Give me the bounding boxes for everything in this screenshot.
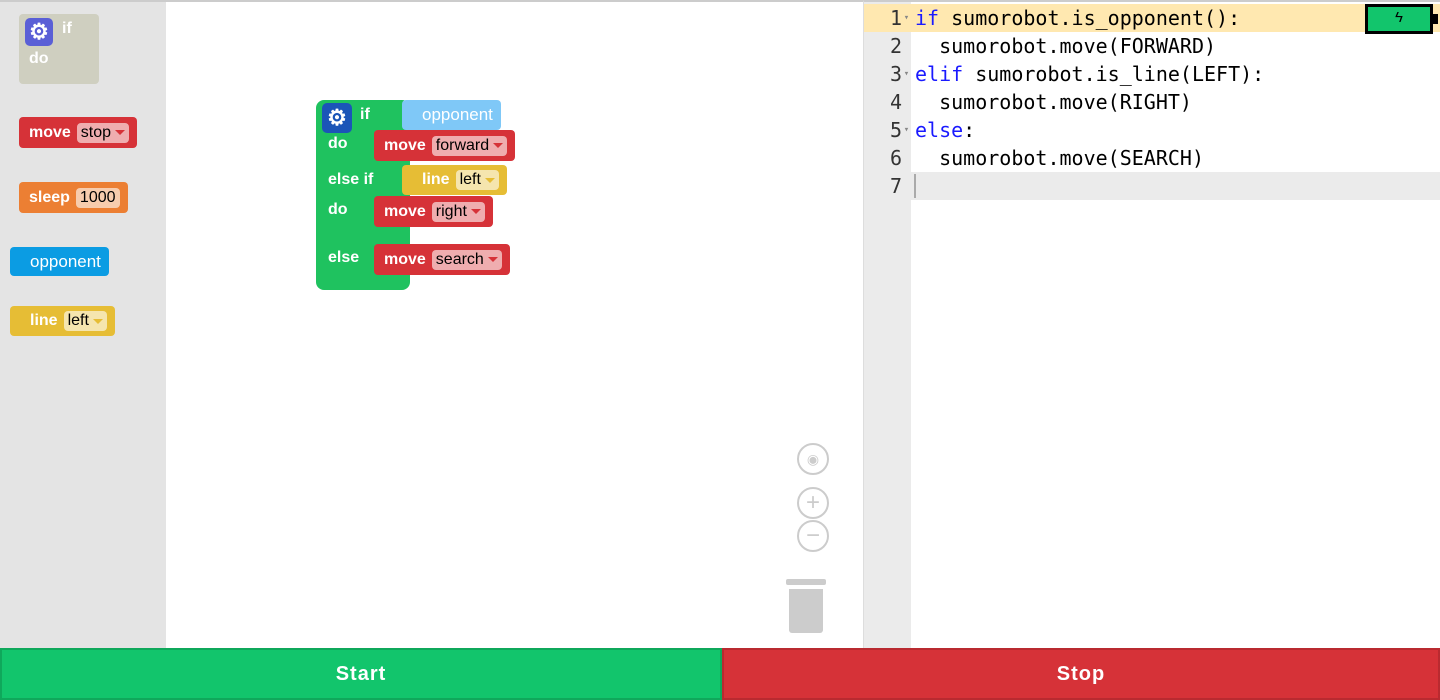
move-dropdown[interactable]: right <box>431 201 485 222</box>
code-line[interactable]: 2 sumorobot.move(FORWARD) <box>864 32 1440 60</box>
caret-down-icon <box>493 143 504 148</box>
line-number: 3 <box>889 62 902 86</box>
else-label: else <box>328 249 360 266</box>
code-text: sumorobot.move(SEARCH) <box>915 146 1204 170</box>
line-dropdown[interactable]: left <box>455 170 499 190</box>
dropdown-value: stop <box>80 123 112 141</box>
do-label: do <box>328 135 348 152</box>
do-label: do <box>328 201 348 218</box>
line-block[interactable]: line left <box>402 165 507 195</box>
start-button[interactable]: Start <box>0 648 722 700</box>
move-label: move <box>384 202 426 220</box>
move-search-block[interactable]: move search <box>374 244 510 275</box>
else-if-label: else if <box>328 171 374 188</box>
move-label: move <box>29 123 71 141</box>
caret-down-icon <box>487 257 498 262</box>
dropdown-value: left <box>67 312 89 329</box>
code-text: if sumorobot.is_opponent(): <box>915 6 1241 30</box>
toolbox-move-block[interactable]: move stop <box>19 117 138 148</box>
toolbox-if-block[interactable]: ⚙ if do <box>19 14 99 84</box>
toolbox-opponent-block[interactable]: opponent <box>10 247 109 276</box>
fold-arrow-icon[interactable]: ▾ <box>902 116 911 144</box>
zoom-out-icon[interactable]: − <box>797 520 829 552</box>
code-line[interactable]: 4 sumorobot.move(RIGHT) <box>864 88 1440 116</box>
line-dropdown[interactable]: left <box>63 311 107 331</box>
dropdown-value: right <box>435 202 467 220</box>
if-label: if <box>62 20 72 37</box>
recenter-icon[interactable]: ◉ <box>797 443 829 475</box>
line-number: 1 <box>889 6 902 30</box>
sleep-input[interactable]: 1000 <box>75 187 120 208</box>
line-number: 7 <box>889 174 902 198</box>
dropdown-value: search <box>435 250 484 268</box>
move-forward-block[interactable]: move forward <box>374 130 516 161</box>
if-label: if <box>360 106 370 123</box>
code-text: else: <box>915 118 976 142</box>
fold-arrow-icon[interactable]: ▾ <box>902 60 911 88</box>
toolbox-sleep-block[interactable]: sleep 1000 <box>19 182 128 213</box>
line-number: 2 <box>889 34 902 58</box>
line-label: line <box>30 312 58 329</box>
code-line[interactable]: 1 ▾ if sumorobot.is_opponent(): <box>864 4 1440 32</box>
dropdown-value: forward <box>435 136 490 154</box>
line-label: line <box>422 171 450 188</box>
toolbox: ⚙ if do move stop sleep 1000 opponent line… <box>0 0 166 648</box>
gear-icon[interactable]: ⚙ <box>322 103 352 133</box>
line-number: 5 <box>889 118 902 142</box>
move-label: move <box>384 136 426 154</box>
text-cursor <box>914 174 916 198</box>
dropdown-value: left <box>459 171 481 188</box>
battery-icon: ϟ <box>1365 4 1438 34</box>
line-number: 6 <box>889 146 902 170</box>
code-text: sumorobot.move(FORWARD) <box>915 34 1217 58</box>
gear-icon: ⚙ <box>25 18 53 46</box>
move-label: move <box>384 250 426 268</box>
move-right-block[interactable]: move right <box>374 196 493 227</box>
code-line[interactable]: 5 ▾ else: <box>864 116 1440 144</box>
line-number: 4 <box>889 90 902 114</box>
move-dropdown[interactable]: search <box>431 249 502 270</box>
code-line[interactable]: 6 sumorobot.move(SEARCH) <box>864 144 1440 172</box>
zoom-in-icon[interactable]: + <box>797 487 829 519</box>
do-label: do <box>29 50 49 67</box>
stop-button[interactable]: Stop <box>722 648 1440 700</box>
caret-down-icon <box>92 318 103 324</box>
fold-arrow-icon[interactable]: ▾ <box>902 4 911 32</box>
caret-down-icon <box>115 130 126 135</box>
code-line[interactable]: 3 ▾ elif sumorobot.is_line(LEFT): <box>864 60 1440 88</box>
sleep-label: sleep <box>29 188 70 206</box>
toolbox-line-block[interactable]: line left <box>10 306 115 336</box>
opponent-block[interactable]: opponent <box>402 100 501 130</box>
move-dropdown[interactable]: stop <box>76 122 130 143</box>
code-line[interactable]: 7 <box>864 172 1440 200</box>
caret-down-icon <box>470 209 481 214</box>
code-editor[interactable]: 1 ▾ if sumorobot.is_opponent(): 2 sumorobot… <box>863 0 1440 648</box>
code-text: elif sumorobot.is_line(LEFT): <box>915 62 1265 86</box>
move-dropdown[interactable]: forward <box>431 135 508 156</box>
trash-icon[interactable] <box>786 579 826 633</box>
caret-down-icon <box>484 177 495 183</box>
code-text: sumorobot.move(RIGHT) <box>915 90 1192 114</box>
blockly-workspace[interactable]: ⚙ if do else if do else opponent move for… <box>166 0 863 648</box>
